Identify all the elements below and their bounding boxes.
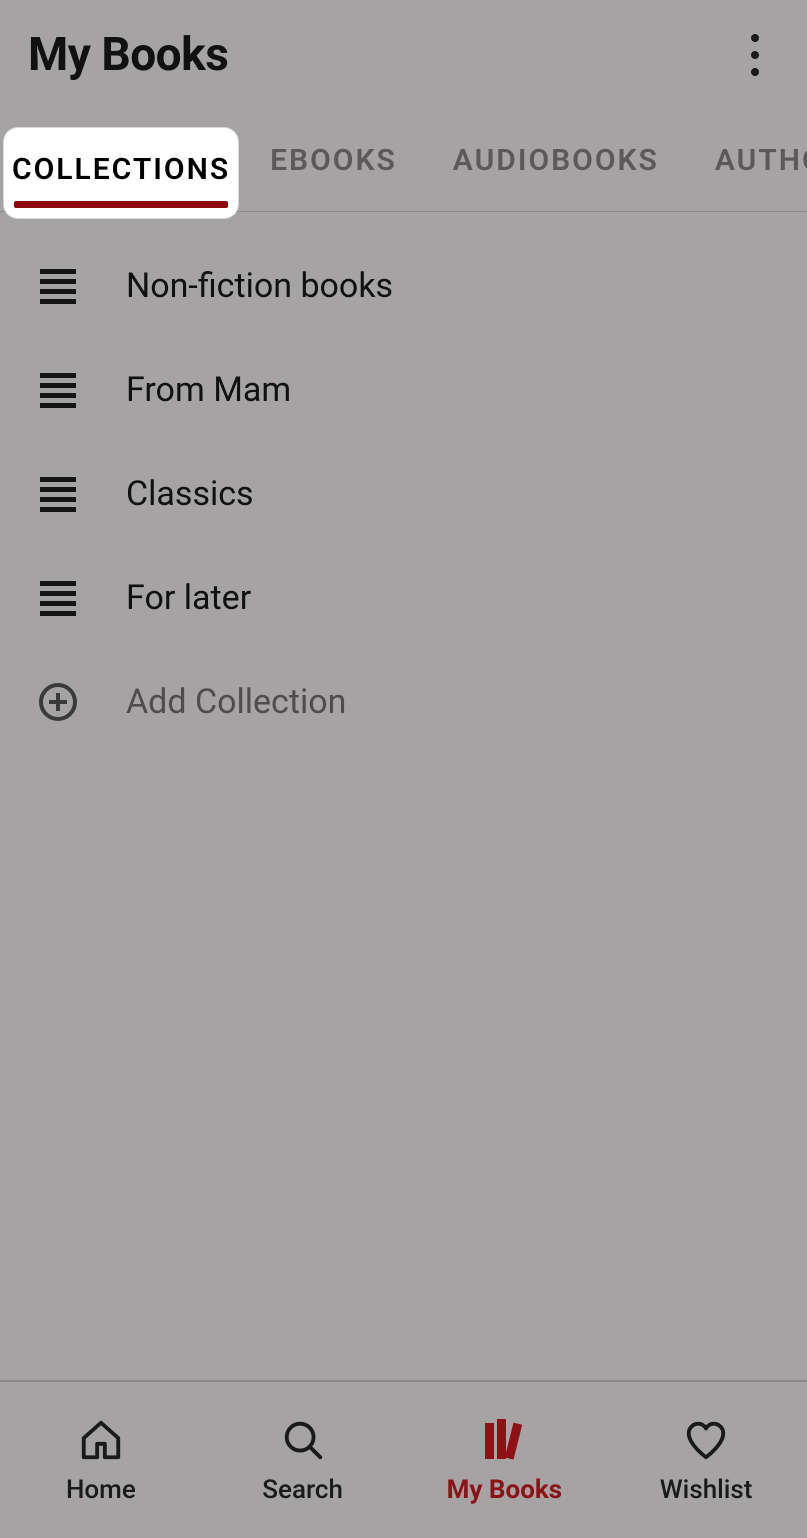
- nav-label: Home: [66, 1475, 136, 1505]
- nav-label: Search: [262, 1475, 343, 1505]
- tab-ebooks[interactable]: EBOOKS: [242, 110, 425, 211]
- nav-home[interactable]: Home: [0, 1382, 202, 1538]
- list-icon: [40, 269, 76, 304]
- collection-row[interactable]: Non-fiction books: [0, 234, 807, 338]
- nav-search[interactable]: Search: [202, 1382, 404, 1538]
- page-title: My Books: [28, 28, 228, 82]
- collections-list: Non-fiction books From Mam Classics For …: [0, 212, 807, 754]
- add-collection-row[interactable]: Add Collection: [0, 650, 807, 754]
- tab-label: AUTHORS: [715, 143, 807, 178]
- collection-row[interactable]: From Mam: [0, 338, 807, 442]
- collection-label: Classics: [126, 474, 254, 514]
- header: My Books: [0, 0, 807, 110]
- tab-label: AUDIOBOOKS: [453, 143, 659, 178]
- list-icon: [40, 581, 76, 616]
- tab-audiobooks[interactable]: AUDIOBOOKS: [425, 110, 687, 211]
- home-icon: [78, 1415, 124, 1465]
- tab-label: EBOOKS: [270, 143, 397, 178]
- books-icon: [479, 1415, 529, 1465]
- nav-my-books[interactable]: My Books: [404, 1382, 606, 1538]
- plus-circle-icon: [39, 683, 77, 721]
- collection-row[interactable]: For later: [0, 546, 807, 650]
- more-vertical-icon: [751, 34, 759, 76]
- search-icon: [280, 1415, 326, 1465]
- nav-label: My Books: [447, 1475, 563, 1505]
- collection-label: From Mam: [126, 370, 291, 410]
- tab-label: COLLECTIONS: [12, 152, 230, 187]
- collection-row[interactable]: Classics: [0, 442, 807, 546]
- list-icon: [40, 477, 76, 512]
- collection-label: Non-fiction books: [126, 266, 393, 306]
- list-icon: [40, 373, 76, 408]
- collection-label: For later: [126, 578, 251, 618]
- tabs-bar: COLLECTIONS EBOOKS AUDIOBOOKS AUTHORS: [0, 110, 807, 212]
- bottom-nav: Home Search My Books Wishlist: [0, 1380, 807, 1538]
- more-options-button[interactable]: [731, 31, 779, 79]
- heart-icon: [683, 1415, 729, 1465]
- nav-wishlist[interactable]: Wishlist: [605, 1382, 807, 1538]
- tab-authors[interactable]: AUTHORS: [687, 110, 807, 211]
- nav-label: Wishlist: [660, 1475, 753, 1505]
- add-collection-label: Add Collection: [126, 682, 346, 722]
- tab-collections[interactable]: COLLECTIONS: [4, 128, 238, 218]
